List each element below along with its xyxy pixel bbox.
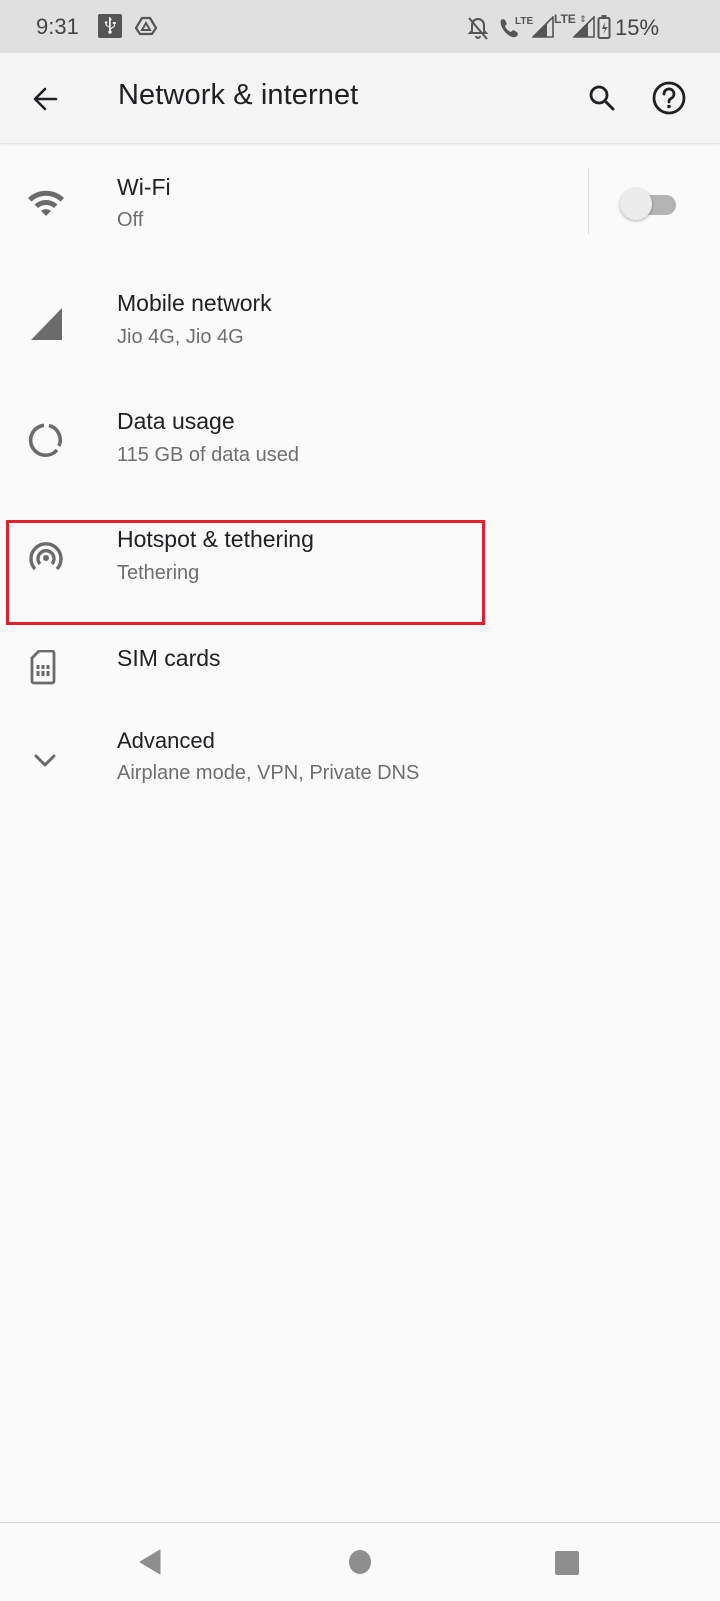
drive-icon — [134, 14, 158, 43]
list-item-sim-cards[interactable]: SIM cards — [0, 618, 720, 710]
data-usage-icon — [24, 418, 68, 462]
status-bar: 9:31 LTE LTE ⇕ 15% — [0, 0, 720, 53]
item-subtitle: Off — [117, 209, 144, 231]
mobile-signal-icon — [24, 306, 68, 350]
help-icon[interactable] — [650, 79, 688, 117]
wifi-icon — [24, 186, 68, 230]
item-title: Mobile network — [117, 290, 272, 316]
item-subtitle: 115 GB of data used — [117, 444, 299, 466]
divider — [588, 168, 589, 234]
volte-call-icon: LTE — [498, 14, 534, 40]
item-title: Wi-Fi — [117, 174, 171, 200]
item-subtitle: Jio 4G, Jio 4G — [117, 326, 244, 348]
usb-icon — [98, 14, 122, 38]
chevron-down-icon — [24, 740, 68, 784]
nav-back-icon[interactable] — [137, 1548, 163, 1581]
navigation-bar — [0, 1522, 720, 1601]
signal-icon — [531, 15, 554, 43]
highlight-box — [6, 520, 485, 625]
item-title: Data usage — [117, 408, 235, 434]
item-title: SIM cards — [117, 645, 221, 671]
status-time: 9:31 — [36, 14, 79, 39]
item-title: Advanced — [117, 728, 215, 753]
wifi-toggle[interactable] — [620, 188, 680, 220]
list-item-mobile-network[interactable]: Mobile network Jio 4G, Jio 4G — [0, 262, 720, 380]
app-bar: Network & internet — [0, 53, 720, 144]
list-item-data-usage[interactable]: Data usage 115 GB of data used — [0, 380, 720, 498]
page-title: Network & internet — [118, 79, 359, 111]
battery-percent: 15% — [615, 15, 660, 40]
battery-charging-icon — [597, 14, 611, 45]
lte-signal-icon: LTE ⇕ — [554, 12, 596, 40]
list-item-advanced[interactable]: Advanced Airplane mode, VPN, Private DNS — [0, 710, 720, 820]
search-icon[interactable] — [584, 81, 620, 117]
item-subtitle: Airplane mode, VPN, Private DNS — [117, 762, 420, 784]
nav-home-icon[interactable] — [349, 1550, 371, 1574]
list-item-wifi[interactable]: Wi-Fi Off — [0, 144, 720, 262]
sim-card-icon — [24, 649, 68, 694]
notifications-off-icon — [466, 15, 490, 46]
toggle-thumb — [620, 188, 652, 220]
arrow-back-icon[interactable] — [28, 81, 64, 117]
nav-recents-icon[interactable] — [555, 1551, 579, 1575]
